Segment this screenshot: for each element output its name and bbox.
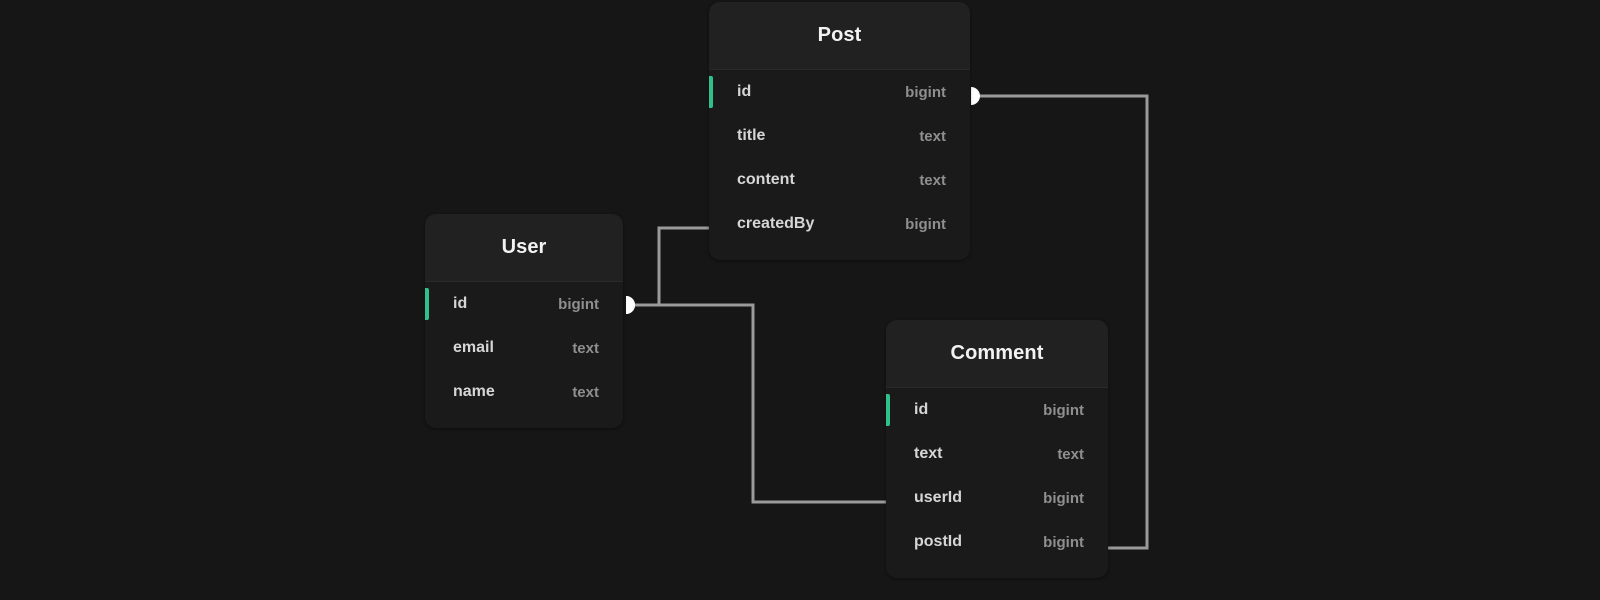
relation-edge-user-id-to-comment-userid[interactable]	[626, 303, 886, 504]
field-row[interactable]: createdBy bigint	[709, 202, 970, 246]
relation-endpoint-marker-post-id-to-comment-postid	[971, 87, 980, 105]
er-diagram-canvas[interactable]: Post id bigint title text content text createdB…	[0, 0, 1600, 600]
field-name: userId	[914, 489, 963, 506]
field-row[interactable]: postId bigint	[886, 520, 1108, 564]
primary-key-indicator-icon	[425, 288, 429, 320]
field-name: id	[914, 401, 929, 418]
field-type: bigint	[558, 295, 599, 313]
table-fields-comment: id bigint text text userId bigint postId bigint	[886, 388, 1108, 578]
field-type: bigint	[1043, 533, 1084, 551]
field-row[interactable]: email text	[425, 326, 623, 370]
field-type: text	[1057, 445, 1084, 463]
table-title: Comment	[950, 342, 1044, 364]
field-name: id	[737, 83, 752, 100]
table-fields-user: id bigint email text name text	[425, 282, 623, 428]
field-row[interactable]: id bigint	[886, 388, 1108, 432]
field-name: postId	[914, 533, 962, 550]
primary-key-indicator-icon	[886, 394, 890, 426]
relation-endpoint-marker-user-id-to-post-createdby	[626, 296, 635, 314]
field-name: email	[453, 339, 494, 356]
field-type: text	[919, 171, 946, 189]
field-type: text	[919, 127, 946, 145]
field-name: title	[737, 127, 766, 144]
field-row[interactable]: id bigint	[425, 282, 623, 326]
table-header-post[interactable]: Post	[709, 2, 970, 70]
field-row[interactable]: title text	[709, 114, 970, 158]
field-type: text	[572, 383, 599, 401]
table-fields-post: id bigint title text content text createdBy big…	[709, 70, 970, 260]
table-header-comment[interactable]: Comment	[886, 320, 1108, 388]
field-name: id	[453, 295, 468, 312]
table-node-comment[interactable]: Comment id bigint text text userId bigint postI…	[886, 320, 1108, 578]
field-type: bigint	[1043, 489, 1084, 507]
table-node-user[interactable]: User id bigint email text name text	[425, 214, 623, 428]
field-type: bigint	[905, 215, 946, 233]
field-row[interactable]: text text	[886, 432, 1108, 476]
field-type: bigint	[1043, 401, 1084, 419]
table-header-user[interactable]: User	[425, 214, 623, 282]
field-type: text	[572, 339, 599, 357]
field-type: bigint	[905, 83, 946, 101]
field-name: text	[914, 445, 943, 462]
primary-key-indicator-icon	[709, 76, 713, 108]
table-title: Post	[817, 24, 862, 46]
table-node-post[interactable]: Post id bigint title text content text createdB…	[709, 2, 970, 260]
table-title: User	[501, 236, 547, 258]
relation-endpoint-marker-user-id-to-comment-userid	[626, 296, 635, 314]
field-row[interactable]: content text	[709, 158, 970, 202]
field-name: name	[453, 383, 495, 400]
field-name: content	[737, 171, 795, 188]
field-name: createdBy	[737, 215, 815, 232]
field-row[interactable]: name text	[425, 370, 623, 414]
relation-edge-user-id-to-post-createdby[interactable]	[626, 226, 709, 307]
field-row[interactable]: id bigint	[709, 70, 970, 114]
field-row[interactable]: userId bigint	[886, 476, 1108, 520]
